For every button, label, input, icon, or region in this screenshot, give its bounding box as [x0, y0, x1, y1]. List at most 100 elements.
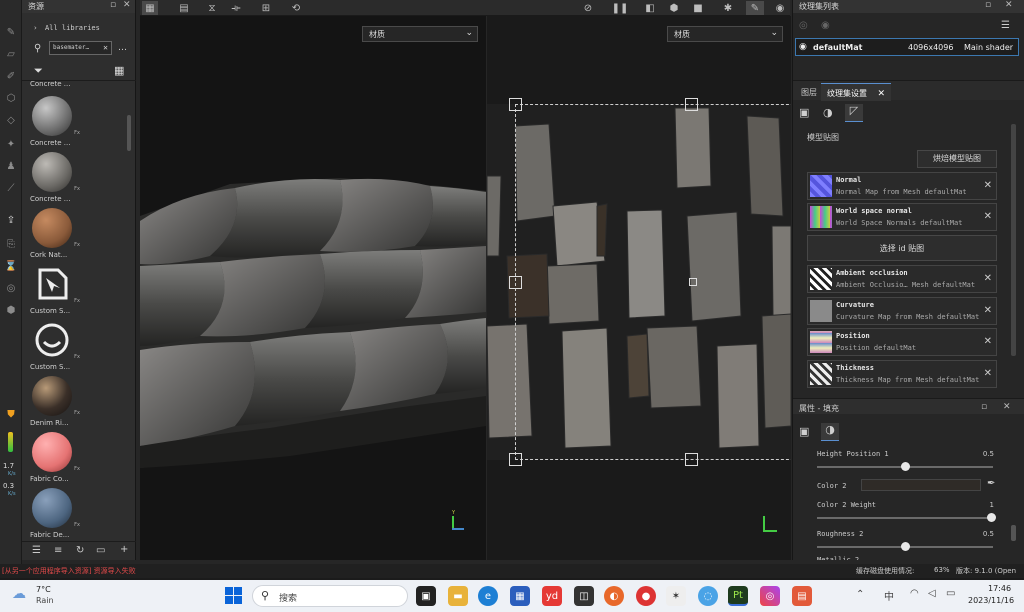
- select-id-map-button[interactable]: 选择 id 贴图: [807, 235, 997, 261]
- paint-brush-icon[interactable]: ✎: [3, 24, 19, 40]
- input-method-icon[interactable]: 中: [884, 588, 894, 603]
- wifi-icon[interactable]: ◠: [910, 588, 919, 599]
- frame-icon[interactable]: ⊞: [258, 1, 274, 15]
- asset-item[interactable]: Fx Concrete ...: [30, 96, 86, 147]
- add-icon[interactable]: +: [120, 544, 128, 555]
- close-icon[interactable]: ✕: [1005, 0, 1013, 10]
- asset-item[interactable]: Fx Denim Ri...: [30, 376, 86, 427]
- remove-map-icon[interactable]: ✕: [984, 180, 992, 191]
- polygon-fill-icon[interactable]: ◇: [3, 112, 19, 128]
- asset-item[interactable]: Fx Custom S...: [30, 320, 86, 371]
- folder-icon[interactable]: ▭: [96, 545, 105, 556]
- taskbar-search-box[interactable]: ⚲ 搜索: [252, 585, 408, 607]
- close-icon[interactable]: ✕: [878, 89, 886, 99]
- filter-icon[interactable]: ⏷: [34, 64, 43, 78]
- camera-settings-icon[interactable]: ◎: [3, 280, 19, 296]
- roughness2-slider[interactable]: [817, 542, 993, 551]
- clock-date[interactable]: 2023/11/16: [968, 596, 1014, 605]
- volume-icon[interactable]: ◁: [928, 588, 936, 599]
- texture-set-icon[interactable]: ▣: [799, 425, 809, 438]
- list-settings-icon[interactable]: ☰: [1001, 20, 1010, 31]
- asset-item[interactable]: Fx Fabric De...: [30, 488, 86, 539]
- task-view-icon[interactable]: ▣: [416, 586, 436, 606]
- mesh-map-curvature[interactable]: Curvature Curvature Map from Mesh defaul…: [807, 297, 997, 325]
- store-icon[interactable]: ▦: [510, 586, 530, 606]
- mirror-icon[interactable]: ⟛: [228, 1, 244, 15]
- mesh-map-thickness[interactable]: Thickness Thickness Map from Mesh defaul…: [807, 360, 997, 388]
- uv-grid-icon[interactable]: ▤: [176, 1, 192, 15]
- viewport-3d[interactable]: 材质 ⌄ Y: [140, 16, 486, 560]
- file-explorer-icon[interactable]: ▬: [448, 586, 468, 606]
- app-icon[interactable]: ●: [636, 586, 656, 606]
- eye-icon[interactable]: ◉: [799, 42, 807, 52]
- export-icon[interactable]: ⇪: [3, 212, 19, 228]
- properties-scrollbar[interactable]: [1011, 525, 1016, 541]
- color2-swatch[interactable]: [861, 479, 981, 491]
- remove-map-icon[interactable]: ✕: [984, 336, 992, 347]
- settings-scrollbar[interactable]: [1011, 124, 1016, 356]
- mesh-maps-icon[interactable]: ◸: [845, 104, 863, 122]
- rain-cloud-icon[interactable]: ☁: [12, 586, 26, 602]
- eye-icon[interactable]: ◉: [821, 20, 830, 31]
- height-position-slider[interactable]: [817, 462, 993, 471]
- grid-view-icon[interactable]: ▦: [114, 64, 124, 77]
- clock-time[interactable]: 17:46: [988, 584, 1011, 593]
- edge-icon[interactable]: e: [478, 586, 498, 606]
- app-icon[interactable]: ✶: [666, 586, 686, 606]
- history-icon[interactable]: ⟲: [288, 1, 304, 15]
- transform-handle[interactable]: [685, 98, 698, 111]
- color2-weight-slider[interactable]: [817, 513, 996, 522]
- refresh-icon[interactable]: ↻: [76, 545, 84, 556]
- pivot-handle[interactable]: [689, 278, 697, 286]
- app-icon[interactable]: ◌: [698, 586, 718, 606]
- mesh-map-world-normal[interactable]: World space normal World Space Normals d…: [807, 203, 997, 231]
- hide-icon[interactable]: ⊘: [580, 1, 596, 15]
- asset-search-input[interactable]: basemater… ✕: [49, 41, 112, 55]
- cube-view-icon[interactable]: ⬢: [666, 1, 682, 15]
- app-icon[interactable]: ▤: [792, 586, 812, 606]
- maximize-icon[interactable]: ▫: [981, 402, 987, 412]
- material-icon[interactable]: ◑: [821, 423, 839, 441]
- transform-handle[interactable]: [685, 453, 698, 466]
- asset-item[interactable]: Fx Custom S...: [30, 264, 86, 315]
- eraser-icon[interactable]: ▱: [3, 46, 19, 62]
- share-icon[interactable]: ⎘: [3, 236, 19, 252]
- app-icon[interactable]: ◎: [760, 586, 780, 606]
- remove-map-icon[interactable]: ✕: [984, 305, 992, 316]
- texture-set-icon[interactable]: ▣: [799, 106, 809, 119]
- youdao-icon[interactable]: yd: [542, 586, 562, 606]
- eyedropper-icon[interactable]: ✒: [987, 478, 995, 489]
- close-icon[interactable]: ✕: [123, 0, 131, 10]
- weather-temp[interactable]: 7°C: [36, 585, 51, 594]
- tab-texture-set-settings[interactable]: 纹理集设置 ✕: [821, 83, 892, 101]
- remove-map-icon[interactable]: ✕: [984, 211, 992, 222]
- maximize-icon[interactable]: ▫: [985, 0, 991, 10]
- asset-item[interactable]: Fx Cork Nat...: [30, 208, 86, 259]
- screenshot-camera-icon[interactable]: ◉: [772, 1, 788, 15]
- color-picker-icon[interactable]: ⟋: [3, 180, 19, 196]
- material-icon[interactable]: ◑: [823, 106, 833, 119]
- app-icon[interactable]: ◐: [604, 586, 624, 606]
- viewport-2d[interactable]: 材质 ⌄: [487, 16, 791, 560]
- slider-knob[interactable]: [901, 542, 910, 551]
- texture-set-row[interactable]: ◉ defaultMat 4096x4096 Main shader: [795, 38, 1019, 56]
- cube-icon[interactable]: ⬢: [3, 302, 19, 318]
- selection-box[interactable]: [515, 104, 791, 460]
- maximize-icon[interactable]: ▫: [110, 0, 116, 10]
- camera-video-icon[interactable]: ■: [690, 1, 706, 15]
- battery-icon[interactable]: ▭: [946, 588, 955, 599]
- tray-chevron-icon[interactable]: ⌃: [856, 589, 864, 600]
- mesh-map-normal[interactable]: Normal Normal Map from Mesh defaultMat ✕: [807, 172, 997, 200]
- remove-map-icon[interactable]: ✕: [984, 273, 992, 284]
- sort-icon[interactable]: ☰: [32, 545, 41, 556]
- light-icon[interactable]: ✱: [720, 1, 736, 15]
- more-options-icon[interactable]: …: [118, 43, 127, 53]
- transform-handle[interactable]: [509, 98, 522, 111]
- substance-painter-icon[interactable]: Pt: [728, 586, 748, 606]
- clear-search-icon[interactable]: ✕: [103, 43, 108, 52]
- slider-knob[interactable]: [987, 513, 996, 522]
- clone-stamp-icon[interactable]: ♟: [3, 158, 19, 174]
- transform-handle[interactable]: [509, 276, 522, 289]
- transform-handle[interactable]: [509, 453, 522, 466]
- bake-mesh-maps-button[interactable]: 烘焙模型贴图: [917, 150, 997, 168]
